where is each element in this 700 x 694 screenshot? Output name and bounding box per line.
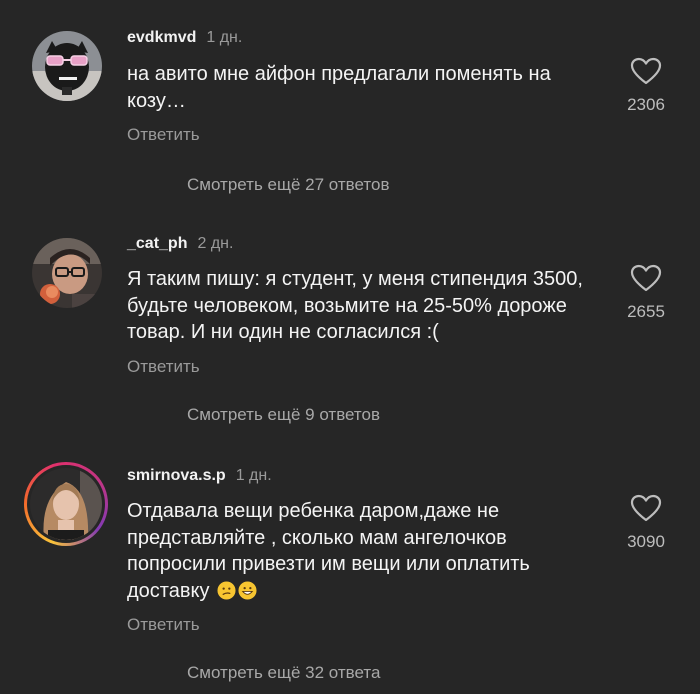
- view-more-replies-button[interactable]: Смотреть ещё 27 ответов: [187, 175, 389, 195]
- comment-text: на авито мне айфон предлагали поменять н…: [127, 63, 551, 112]
- reply-button[interactable]: Ответить: [127, 125, 200, 145]
- comment-text: Отдавала вещи ребенка даром,даже не пред…: [127, 498, 597, 604]
- timestamp: 2 дн.: [197, 235, 234, 252]
- timestamp: 1 дн.: [206, 29, 243, 46]
- grinning-face-emoji-icon: [238, 580, 257, 600]
- heart-icon[interactable]: [630, 57, 662, 85]
- like-count: 2306: [627, 95, 665, 114]
- comment-meta: _cat_ph 2 дн.: [127, 234, 233, 254]
- like-count: 3090: [627, 532, 665, 551]
- avatar-person-glasses-icon: [32, 238, 102, 308]
- avatar-inner: [27, 465, 105, 543]
- reply-button[interactable]: Ответить: [127, 615, 200, 635]
- like-control: 3090: [618, 494, 674, 552]
- avatar[interactable]: [32, 238, 102, 308]
- view-more-replies-button[interactable]: Смотреть ещё 32 ответа: [187, 663, 380, 683]
- heart-icon[interactable]: [630, 494, 662, 522]
- heart-icon[interactable]: [630, 264, 662, 292]
- like-control: 2306: [618, 57, 674, 115]
- comment-meta: smirnova.s.p 1 дн.: [127, 466, 272, 486]
- view-more-replies-button[interactable]: Смотреть ещё 9 ответов: [187, 405, 380, 425]
- avatar-woman-story-ring-icon: [30, 468, 102, 540]
- comment-meta: evdkmvd 1 дн.: [127, 28, 242, 48]
- avatar[interactable]: [32, 31, 102, 101]
- avatar-with-story-ring[interactable]: [24, 462, 108, 546]
- avatar-image: [30, 468, 102, 540]
- username[interactable]: evdkmvd: [127, 29, 196, 46]
- username[interactable]: smirnova.s.p: [127, 467, 226, 484]
- avatar-pet-sunglasses-icon: [32, 31, 102, 101]
- timestamp: 1 дн.: [235, 467, 272, 484]
- username[interactable]: _cat_ph: [127, 235, 187, 252]
- comment-text-body: Отдавала вещи ребенка даром,даже не пред…: [127, 500, 530, 602]
- reply-button[interactable]: Ответить: [127, 357, 200, 377]
- confused-face-emoji-icon: [217, 580, 236, 600]
- comment-text: Я таким пишу: я студент, у меня стипенди…: [127, 268, 583, 343]
- like-count: 2655: [627, 302, 665, 321]
- like-control: 2655: [618, 264, 674, 322]
